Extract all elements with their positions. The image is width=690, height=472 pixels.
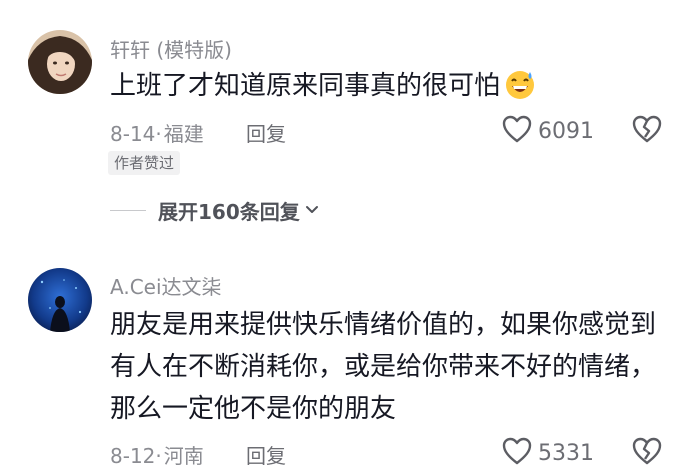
comment-location: 河南 [163, 444, 204, 468]
reply-button[interactable]: 回复 [246, 440, 286, 469]
comment-date: 8-14 [110, 122, 156, 146]
like-count: 5331 [538, 440, 594, 466]
comment-username[interactable]: A.Cei达文柒 [110, 271, 222, 300]
comment-text-line: 那么一定他不是你的朋友 [110, 394, 397, 424]
comment-username[interactable]: 轩轩 (模特版) [110, 34, 232, 63]
reply-button[interactable]: 回复 [246, 118, 286, 147]
comment-text: 上班了才知道原来同事真的很可怕 [110, 65, 670, 113]
comment-text-line: 朋友是用来提供快乐情绪价值的，如果你感觉到 [110, 310, 657, 340]
like-count: 6091 [538, 118, 594, 144]
comment-meta: 8-12· 河南 [110, 440, 204, 469]
comment-location: 福建 [163, 122, 204, 146]
comment-text-body: 上班了才知道原来同事真的很可怕 [110, 71, 501, 101]
dislike-button[interactable] [632, 115, 662, 147]
heart-icon [502, 115, 532, 147]
avatar[interactable] [28, 268, 92, 332]
comment-meta: 8-14· 福建 [110, 118, 204, 147]
like-button[interactable]: 6091 [502, 115, 594, 147]
comment-text: 朋友是用来提供快乐情绪价值的，如果你感觉到 有人在不断消耗你，或是给你带来不好的… [110, 304, 670, 430]
expand-divider-line [110, 210, 146, 211]
author-liked-badge: 作者赞过 [108, 151, 181, 175]
avatar[interactable] [28, 30, 92, 94]
comment-item: A.Cei达文柒 朋友是用来提供快乐情绪价值的，如果你感觉到 有人在不断消耗你，… [0, 240, 690, 472]
comment-date: 8-12 [110, 444, 156, 468]
comment-item: 轩轩 (模特版) 上班了才知道原来同事真的很可怕 8-14· 福建 回复 6091 [0, 0, 690, 240]
comment-text-line: 有人在不断消耗你，或是给你带来不好的情绪， [110, 352, 657, 382]
grinning-sweat-face-icon [504, 68, 536, 113]
avatar-image [28, 30, 92, 94]
meta-separator: · [155, 122, 162, 146]
avatar-image [28, 268, 92, 332]
expand-replies-label: 展开160条回复 [158, 200, 300, 224]
broken-heart-icon [632, 437, 662, 469]
broken-heart-icon [632, 115, 662, 147]
meta-separator: · [155, 444, 162, 468]
like-button[interactable]: 5331 [502, 437, 594, 469]
chevron-down-icon [304, 201, 320, 220]
expand-replies-button[interactable]: 展开160条回复 [110, 196, 320, 225]
heart-icon [502, 437, 532, 469]
dislike-button[interactable] [632, 437, 662, 469]
